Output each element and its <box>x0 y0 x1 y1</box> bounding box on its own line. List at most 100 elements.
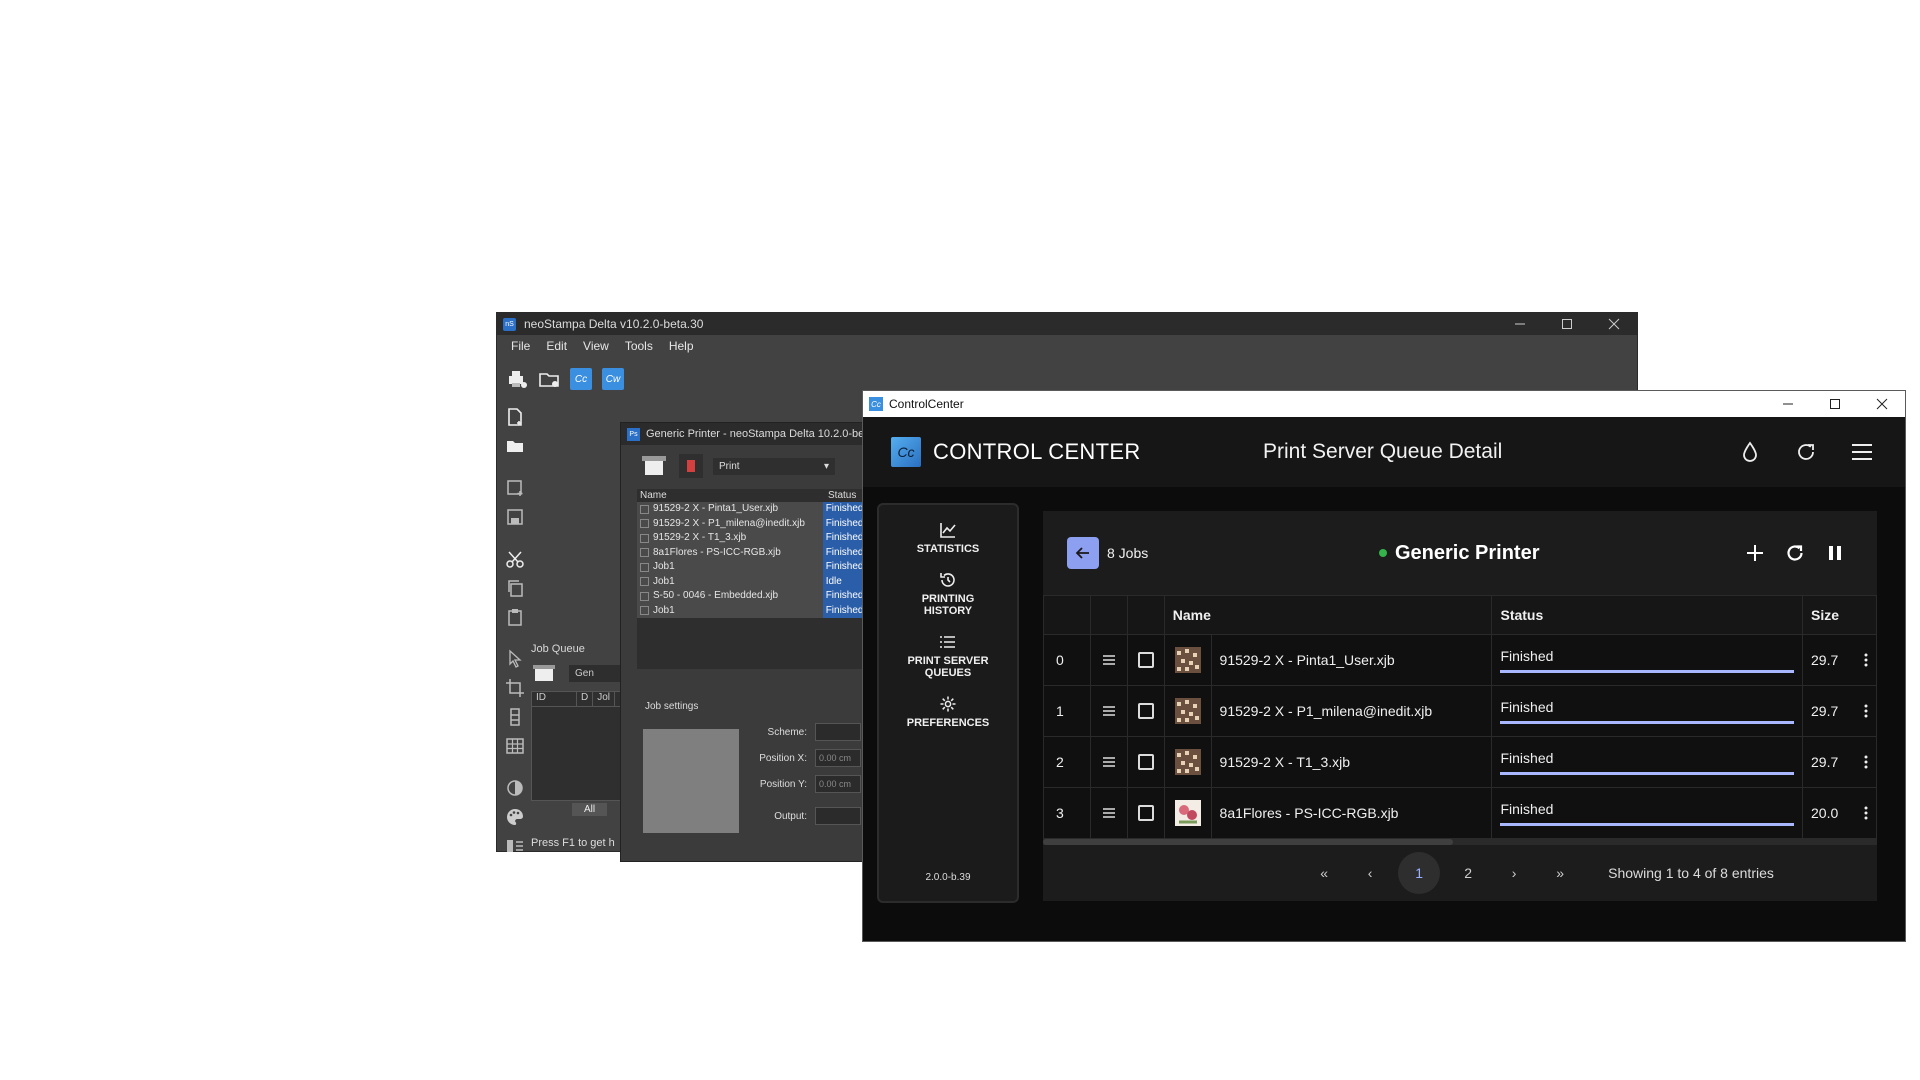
drag-handle[interactable] <box>1089 634 1128 686</box>
print-action-select[interactable]: Print ▾ <box>713 457 835 475</box>
open-folder-settings-button[interactable] <box>537 367 561 391</box>
contrast-tool-button[interactable] <box>503 776 527 800</box>
job-queue-tab-all[interactable]: All <box>572 803 608 816</box>
list-item[interactable]: 91529-2 X - P1_milena@inedit.xjb Finished <box>637 516 881 531</box>
row-checkbox[interactable] <box>1137 652 1154 668</box>
row-more-button[interactable] <box>1864 704 1868 718</box>
sidebar-item-print-server-queues[interactable]: PRINT SERVER QUEUES <box>879 633 1017 679</box>
list-item[interactable]: Job1 Finished <box>637 560 881 575</box>
column-header-id[interactable]: ID <box>532 692 577 706</box>
row-checkbox[interactable] <box>1137 805 1154 821</box>
sidebar-item-preferences[interactable]: PREFERENCES <box>879 695 1017 729</box>
column-header-name[interactable]: Name <box>637 489 828 502</box>
ink-button[interactable] <box>1735 437 1765 467</box>
back-button[interactable] <box>1067 537 1099 569</box>
job-queue-table[interactable]: ID D Jol All <box>531 691 625 816</box>
refresh-queue-button[interactable] <box>1783 541 1807 565</box>
row-checkbox[interactable] <box>640 519 649 529</box>
repeat-tool-button[interactable] <box>503 705 527 729</box>
printer-job-list[interactable]: Name Status 91529-2 X - Pinta1_User.xjb F… <box>637 489 881 669</box>
list-item[interactable]: Job1 Idle <box>637 574 881 589</box>
row-more-button[interactable] <box>1864 653 1868 667</box>
page-button-1[interactable]: 1 <box>1398 852 1441 894</box>
first-page-button[interactable]: « <box>1306 855 1342 891</box>
refresh-button[interactable] <box>1791 437 1821 467</box>
horizontal-scrollbar[interactable] <box>1043 839 1877 845</box>
table-row[interactable]: 0 91529-2 X - Pinta1_User.xjb Finished 29.7 <box>1043 634 1877 686</box>
collapse-panel-button[interactable] <box>503 834 527 858</box>
control-workflow-launch-button[interactable]: Cw <box>601 367 625 391</box>
drag-handle[interactable] <box>1089 685 1128 737</box>
menu-tools[interactable]: Tools <box>617 339 661 353</box>
row-select-cell[interactable] <box>1126 787 1165 839</box>
save-button[interactable] <box>503 505 527 529</box>
row-checkbox[interactable] <box>640 591 649 601</box>
column-header-d[interactable]: D <box>577 692 594 706</box>
column-header-size[interactable]: Size <box>1802 595 1877 635</box>
drag-handle[interactable] <box>1089 787 1128 839</box>
page-button-2[interactable]: 2 <box>1450 855 1486 891</box>
close-button[interactable] <box>1858 391 1905 417</box>
column-header-job[interactable]: Jol <box>593 692 616 706</box>
sidebar-item-statistics[interactable]: STATISTICS <box>879 521 1017 555</box>
column-header-status[interactable]: Status <box>828 489 856 502</box>
import-image-button[interactable] <box>503 476 527 500</box>
row-select-cell[interactable] <box>1126 685 1165 737</box>
minimize-button[interactable] <box>1764 391 1811 417</box>
table-row[interactable]: 2 91529-2 X - T1_3.xjb Finished 29.7 <box>1043 736 1877 788</box>
printer-icon[interactable] <box>639 453 669 479</box>
position-y-input[interactable]: 0.00 cm <box>815 775 861 793</box>
row-checkbox[interactable] <box>640 533 649 543</box>
row-checkbox[interactable] <box>1137 754 1154 770</box>
list-item[interactable]: 8a1Flores - PS-ICC-RGB.xjb Finished <box>637 545 881 560</box>
minimize-button[interactable] <box>1496 313 1543 335</box>
grid-tool-button[interactable] <box>503 734 527 758</box>
menu-help[interactable]: Help <box>661 339 702 353</box>
row-checkbox[interactable] <box>640 606 649 616</box>
paste-button[interactable] <box>503 605 527 629</box>
maximize-button[interactable] <box>1811 391 1858 417</box>
stop-button[interactable] <box>679 454 703 478</box>
open-button[interactable] <box>503 434 527 458</box>
position-x-input[interactable]: 0.00 cm <box>815 749 861 767</box>
pause-queue-button[interactable] <box>1823 541 1847 565</box>
table-row[interactable]: 3 8a1Flores - PS-ICC-RGB.xjb Finished 20.0 <box>1043 787 1877 839</box>
menu-edit[interactable]: Edit <box>538 339 575 353</box>
list-item[interactable]: 91529-2 X - Pinta1_User.xjb Finished <box>637 502 881 517</box>
printer-icon[interactable] <box>531 661 559 685</box>
column-header-status[interactable]: Status <box>1491 595 1803 635</box>
list-item[interactable]: Job1 Finished <box>637 603 881 618</box>
new-document-button[interactable] <box>503 405 527 429</box>
scrollbar-thumb[interactable] <box>1043 839 1453 845</box>
print-settings-button[interactable] <box>505 367 529 391</box>
row-checkbox[interactable] <box>1137 703 1154 719</box>
add-job-button[interactable] <box>1743 541 1767 565</box>
column-header-name[interactable]: Name <box>1163 595 1493 635</box>
drag-handle[interactable] <box>1089 736 1128 788</box>
row-checkbox[interactable] <box>640 548 649 558</box>
row-checkbox[interactable] <box>640 504 649 514</box>
row-more-button[interactable] <box>1864 806 1868 820</box>
list-item[interactable]: 91529-2 X - T1_3.xjb Finished <box>637 531 881 546</box>
last-page-button[interactable]: » <box>1542 855 1578 891</box>
next-page-button[interactable]: › <box>1496 855 1532 891</box>
color-palette-button[interactable] <box>503 805 527 829</box>
copy-button[interactable] <box>503 576 527 600</box>
sidebar-item-printing-history[interactable]: PRINTING HISTORY <box>879 571 1017 617</box>
row-checkbox[interactable] <box>640 562 649 572</box>
row-more-button[interactable] <box>1864 755 1868 769</box>
menu-file[interactable]: File <box>503 339 538 353</box>
row-select-cell[interactable] <box>1126 634 1165 686</box>
row-select-cell[interactable] <box>1126 736 1165 788</box>
list-item[interactable]: S-50 - 0046 - Embedded.xjb Finished <box>637 589 881 604</box>
row-checkbox[interactable] <box>640 577 649 587</box>
scheme-input[interactable] <box>815 723 861 741</box>
maximize-button[interactable] <box>1543 313 1590 335</box>
select-tool-button[interactable] <box>503 647 527 671</box>
main-menu-button[interactable] <box>1847 437 1877 467</box>
close-button[interactable] <box>1590 313 1637 335</box>
menu-view[interactable]: View <box>575 339 617 353</box>
prev-page-button[interactable]: ‹ <box>1352 855 1388 891</box>
control-center-launch-button[interactable]: Cc <box>569 367 593 391</box>
cut-button[interactable] <box>503 547 527 571</box>
